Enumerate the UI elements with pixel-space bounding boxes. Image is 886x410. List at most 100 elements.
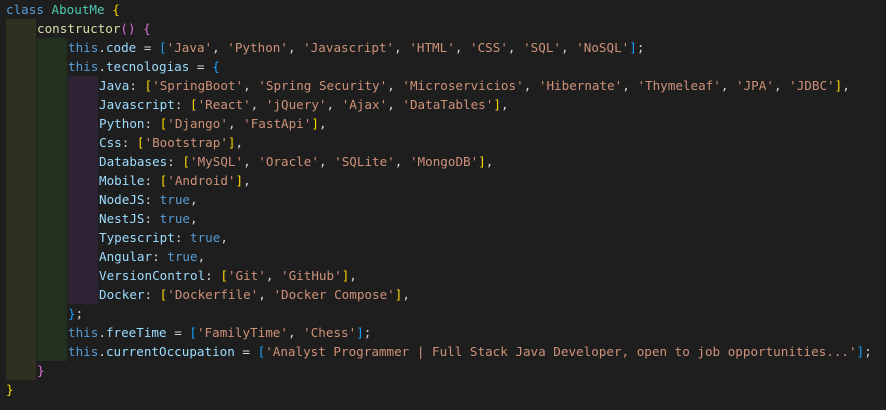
bracket-open: [ bbox=[220, 268, 228, 283]
assign: = bbox=[136, 40, 160, 55]
tecnologia-entry-line: Typescript: true, bbox=[99, 228, 228, 247]
semicolon: ; bbox=[636, 40, 645, 55]
separator: , bbox=[454, 40, 470, 55]
boolean-literal: true bbox=[159, 211, 191, 226]
string-literal: 'SQL' bbox=[523, 40, 561, 55]
property-name: currentOccupation bbox=[105, 344, 235, 359]
comma: , bbox=[243, 173, 251, 188]
string-literal: 'React' bbox=[197, 97, 251, 112]
separator: , bbox=[394, 154, 410, 169]
bracket-close: ] bbox=[493, 97, 501, 112]
class-keyword: class bbox=[6, 2, 44, 17]
object-key: VersionControl bbox=[99, 268, 206, 283]
string-literal: 'MongoDB' bbox=[409, 154, 479, 169]
indent-guide-level-2 bbox=[37, 38, 67, 361]
tecnologias-assignment-line: this.tecnologias = { bbox=[68, 57, 220, 76]
tecnologia-entry-line: Angular: true, bbox=[99, 247, 205, 266]
bracket-close: ] bbox=[235, 173, 244, 188]
boolean-literal: true bbox=[159, 192, 191, 207]
object-key: Angular bbox=[99, 249, 153, 264]
colon: : bbox=[167, 154, 183, 169]
class-name: AboutMe bbox=[51, 2, 105, 17]
string-literal: 'Dockerfile' bbox=[167, 287, 259, 302]
separator: , bbox=[387, 78, 403, 93]
separator: , bbox=[227, 116, 244, 131]
tecnologia-entry-line: NodeJS: true, bbox=[99, 190, 198, 209]
property-name: tecnologias bbox=[105, 59, 190, 74]
colon: : bbox=[144, 211, 160, 226]
dot: . bbox=[98, 59, 106, 74]
this-keyword: this bbox=[68, 325, 99, 340]
bracket-open: [ bbox=[190, 97, 198, 112]
string-literal: 'Thymeleaf' bbox=[637, 78, 721, 93]
object-key: Mobile bbox=[99, 173, 145, 188]
constructor-name: constructor bbox=[37, 21, 121, 36]
code-editor[interactable]: class AboutMe {constructor() {this.code … bbox=[0, 0, 886, 410]
string-literal: 'Hibernate' bbox=[538, 78, 623, 93]
brace-close: } bbox=[68, 306, 76, 321]
string-literal: 'Spring Security' bbox=[258, 78, 388, 93]
comma: , bbox=[349, 268, 357, 283]
object-key: Java bbox=[99, 78, 130, 93]
string-literal: 'JPA' bbox=[736, 78, 774, 93]
tecnologia-entry-line: VersionControl: ['Git', 'GitHub'], bbox=[99, 266, 357, 285]
bracket-close: ] bbox=[478, 154, 486, 169]
string-literal: 'jQuery' bbox=[265, 97, 327, 112]
string-literal: 'Java' bbox=[166, 40, 213, 55]
object-key: Databases bbox=[99, 154, 168, 169]
tecnologia-entry-line: NestJS: true, bbox=[99, 209, 198, 228]
comma: , bbox=[500, 97, 509, 112]
separator: , bbox=[773, 78, 790, 93]
string-literal: 'Ajax' bbox=[341, 97, 388, 112]
string-literal: 'JDBC' bbox=[789, 78, 835, 93]
tecnologias-close-line: }; bbox=[68, 304, 83, 323]
string-literal: 'FamilyTime' bbox=[196, 325, 288, 340]
dot: . bbox=[98, 344, 106, 359]
comma: , bbox=[842, 78, 850, 93]
comma: , bbox=[318, 116, 327, 131]
brace-open: { bbox=[112, 2, 120, 17]
this-keyword: this bbox=[68, 40, 99, 55]
semicolon: ; bbox=[363, 325, 372, 340]
indent-guide-level-3 bbox=[68, 76, 98, 304]
string-literal: 'DataTables' bbox=[402, 97, 494, 112]
string-literal: 'Bootstrap' bbox=[144, 135, 228, 150]
separator: , bbox=[387, 97, 403, 112]
dot: . bbox=[98, 40, 106, 55]
string-literal: 'SQLite' bbox=[334, 154, 395, 169]
bracket-close: ] bbox=[227, 135, 236, 150]
bracket-open: [ bbox=[144, 78, 153, 93]
brace-open: { bbox=[143, 21, 151, 36]
this-keyword: this bbox=[68, 344, 99, 359]
string-literal: 'Chess' bbox=[303, 325, 357, 340]
separator: , bbox=[250, 97, 266, 112]
bracket-open: [ bbox=[136, 135, 145, 150]
separator: , bbox=[287, 325, 304, 340]
separator: , bbox=[720, 78, 737, 93]
string-literal: 'MySQL' bbox=[190, 154, 244, 169]
separator: , bbox=[243, 78, 259, 93]
separator: , bbox=[561, 40, 577, 55]
string-literal: 'GitHub' bbox=[281, 268, 342, 283]
colon: : bbox=[144, 116, 160, 131]
object-key: Typescript bbox=[99, 230, 175, 245]
separator: , bbox=[394, 40, 410, 55]
indent-guide-level-1 bbox=[6, 19, 36, 380]
property-name: freeTime bbox=[105, 325, 167, 340]
string-literal: 'Microservicios' bbox=[402, 78, 524, 93]
string-literal: 'Python' bbox=[227, 40, 288, 55]
string-literal: 'CSS' bbox=[469, 40, 508, 55]
comma: , bbox=[485, 154, 494, 169]
bracket-close: ] bbox=[629, 40, 637, 55]
comma: , bbox=[190, 211, 198, 226]
colon: : bbox=[144, 192, 160, 207]
comma: , bbox=[190, 192, 198, 207]
bracket-open: [ bbox=[159, 40, 167, 55]
brace-close: } bbox=[6, 382, 14, 397]
tecnologia-entry-line: Mobile: ['Android'], bbox=[99, 171, 251, 190]
string-literal: 'SpringBoot' bbox=[152, 78, 244, 93]
separator: , bbox=[265, 268, 282, 283]
object-key: Docker bbox=[99, 287, 145, 302]
semicolon: ; bbox=[75, 306, 84, 321]
